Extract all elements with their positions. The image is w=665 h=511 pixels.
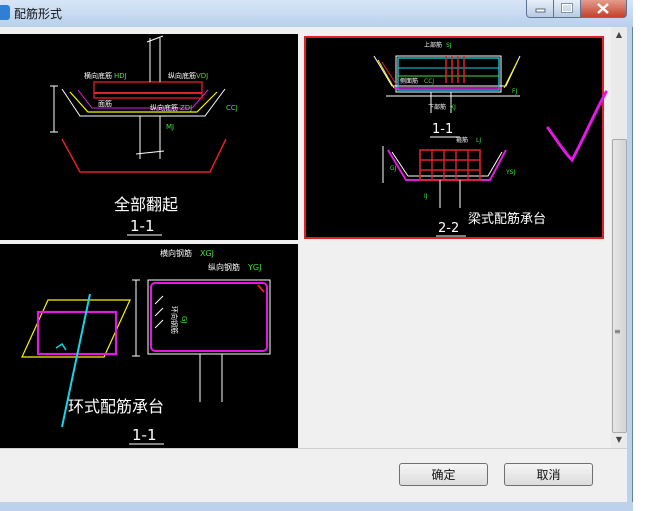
vertical-scrollbar[interactable]: ▲ ≡ ▼	[611, 27, 627, 448]
scrollbar-thumb[interactable]	[612, 139, 627, 433]
label-v-code: YGJ	[247, 263, 261, 272]
scroll-down-arrow-icon[interactable]: ▼	[611, 432, 627, 448]
label-horizontal-rebar: 横向底筋	[84, 71, 112, 80]
label-gj: GJ	[180, 316, 188, 324]
section-label-1-1: 1-1	[130, 217, 155, 235]
label-side-rebar: 侧面筋	[400, 77, 418, 85]
close-icon	[597, 3, 609, 14]
label-horizontal-rebar: 横向钢筋	[160, 248, 192, 258]
label-ring-rebar: 环向钢筋	[170, 306, 179, 334]
section-label-1-1: 1-1	[432, 122, 453, 137]
label-face-rebar: 面筋	[98, 99, 112, 108]
label-xj: XJ	[450, 104, 456, 111]
option-name-full-bend-up: 全部翻起	[114, 195, 178, 214]
label-v-code: VDJ	[196, 72, 208, 80]
scroll-up-arrow-icon[interactable]: ▲	[611, 27, 627, 43]
maximize-icon	[561, 3, 573, 13]
label-cc: CCJ	[226, 104, 238, 112]
checkmark-icon	[546, 90, 608, 163]
window-title: 配筋形式	[14, 7, 63, 21]
option-name-beam-type-cap: 梁式配筋承台	[468, 211, 546, 227]
label-vertical-rebar: 纵向底筋	[168, 71, 196, 80]
app-icon	[0, 5, 10, 20]
button-area-separator	[0, 448, 627, 449]
label-h-code: XGJ	[200, 249, 214, 258]
dialog-window: 配筋形式 横向底筋 HDJ 纵向底筋 VDJ 面筋 纵向底筋 ZDJ MJ CC…	[0, 0, 633, 511]
title-bar: 配筋形式	[0, 0, 633, 27]
maximize-button[interactable]	[554, 0, 581, 18]
label-bottom-rebar: 下部筋	[428, 103, 446, 111]
cancel-button[interactable]: 取消	[504, 463, 593, 486]
label-vertical-rebar: 纵向钢筋	[208, 262, 240, 272]
scrollbar-grip-icon: ≡	[614, 327, 621, 336]
ring-type-cap-drawing: 横向钢筋 XGJ 纵向钢筋 YGJ 环向钢筋 GJ 环式配筋承台 1-1	[21, 248, 271, 445]
label-fj: FJ	[512, 88, 517, 95]
minimize-button[interactable]	[526, 0, 554, 18]
full-bend-up-drawing: 横向底筋 HDJ 纵向底筋 VDJ 面筋 纵向底筋 ZDJ MJ CCJ 全部翻…	[50, 35, 238, 236]
option-name-ring-type-cap: 环式配筋承台	[68, 397, 164, 416]
label-top-rebar: 上部筋	[424, 41, 442, 49]
label-ij: IJ	[424, 193, 428, 200]
label-gj: GJ	[390, 165, 397, 172]
label-h-code: HDJ	[114, 72, 127, 80]
section-label-2-2: 2-2	[438, 221, 459, 236]
label-sj: SJ	[446, 42, 452, 49]
section-label-1-1: 1-1	[132, 426, 157, 444]
label-ysj: YSJ	[505, 169, 515, 176]
label-mj: MJ	[166, 123, 174, 131]
label-v-code-2: ZDJ	[180, 104, 192, 112]
label-vertical-rebar-2: 纵向底筋	[150, 103, 178, 112]
label-ccj: CCJ	[424, 78, 434, 85]
label-lj: LJ	[476, 137, 481, 144]
dialog-client: 横向底筋 HDJ 纵向底筋 VDJ 面筋 纵向底筋 ZDJ MJ CCJ 全部翻…	[0, 27, 627, 502]
option-full-bend-up[interactable]: 横向底筋 HDJ 纵向底筋 VDJ 面筋 纵向底筋 ZDJ MJ CCJ 全部翻…	[0, 34, 298, 240]
close-button[interactable]	[581, 0, 627, 18]
option-ring-type-cap[interactable]: 横向钢筋 XGJ 纵向钢筋 YGJ 环向钢筋 GJ 环式配筋承台 1-1	[0, 244, 298, 449]
ok-button[interactable]: 确定	[399, 463, 488, 486]
minimize-icon	[535, 8, 546, 13]
window-bottom-frame	[0, 502, 633, 511]
label-stirrup: 箍筋	[456, 136, 468, 144]
